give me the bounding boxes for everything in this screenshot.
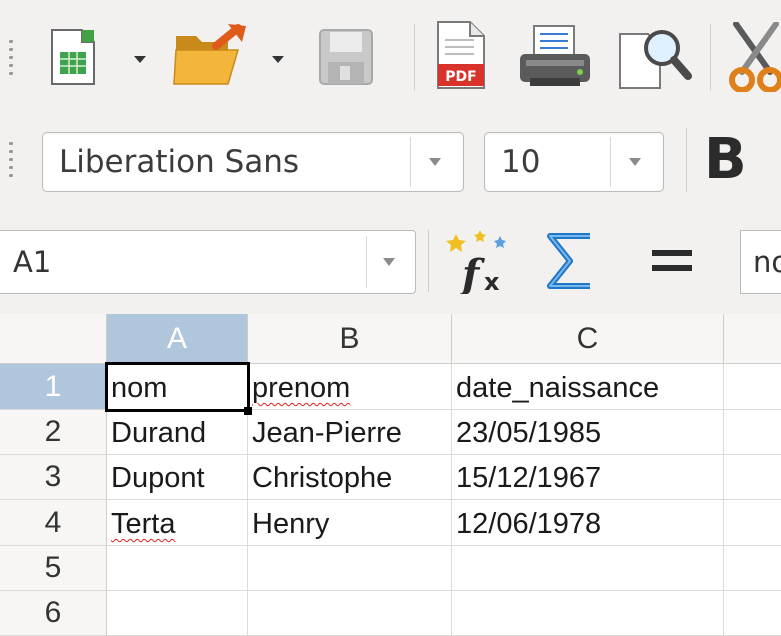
cell-d4[interactable] <box>724 500 781 546</box>
cell-a5[interactable] <box>107 546 248 591</box>
chevron-down-icon <box>383 258 395 266</box>
cell-d2[interactable] <box>724 410 781 455</box>
column-header-a[interactable]: A <box>107 314 248 364</box>
toolbar-grip[interactable] <box>8 142 14 182</box>
cell-c4[interactable]: 12/06/1978 <box>452 500 724 546</box>
bold-button[interactable]: B <box>704 126 747 192</box>
row-header-4[interactable]: 4 <box>0 500 107 546</box>
formula-bar: A1 f x nom <box>0 208 781 315</box>
formula-input[interactable]: nom <box>740 230 781 294</box>
font-name-value[interactable]: Liberation Sans <box>59 133 299 191</box>
sum-icon[interactable] <box>542 228 598 298</box>
cell-text: 12/06/1978 <box>456 508 602 540</box>
cell-text: Dupont <box>111 462 205 494</box>
toolbar-separator <box>686 128 687 192</box>
svg-text:f: f <box>459 251 485 294</box>
cell-text: prenom <box>252 372 351 404</box>
cell-c2[interactable]: 23/05/1985 <box>452 410 724 455</box>
export-pdf-icon[interactable]: PDF <box>436 20 486 94</box>
row-header-1[interactable]: 1 <box>0 364 107 410</box>
cell-a2[interactable]: Durand <box>107 410 248 455</box>
cell-b1[interactable]: prenom <box>248 364 452 410</box>
cell-b3[interactable]: Christophe <box>248 455 452 500</box>
font-size-dropdown-button[interactable] <box>610 137 659 187</box>
select-all-corner[interactable] <box>0 314 107 364</box>
cell-text: Henry <box>252 508 330 540</box>
standard-toolbar: PDF <box>0 0 781 111</box>
formula-input-value[interactable]: nom <box>753 231 781 293</box>
font-name-dropdown-button[interactable] <box>410 137 459 187</box>
cell-text: Jean-Pierre <box>252 417 402 449</box>
column-header-d[interactable] <box>724 314 781 364</box>
cut-icon[interactable] <box>726 21 781 96</box>
cell-d5[interactable] <box>724 546 781 591</box>
open-folder-icon[interactable] <box>172 22 252 92</box>
cell-b2[interactable]: Jean-Pierre <box>248 410 452 455</box>
svg-text:x: x <box>484 268 500 294</box>
name-box[interactable]: A1 <box>0 230 416 294</box>
toolbar-separator <box>710 24 711 90</box>
print-icon[interactable] <box>518 24 592 92</box>
toolbar-separator <box>428 230 429 292</box>
chevron-down-icon <box>429 158 441 166</box>
cell-a6[interactable] <box>107 591 248 636</box>
cell-text: Christophe <box>252 462 393 494</box>
font-name-combo[interactable]: Liberation Sans <box>42 132 464 192</box>
row-header-6[interactable]: 6 <box>0 591 107 636</box>
row-header-5[interactable]: 5 <box>0 546 107 591</box>
column-header-c[interactable]: C <box>452 314 724 364</box>
new-dropdown-icon[interactable] <box>134 56 146 63</box>
name-box-dropdown-button[interactable] <box>366 236 411 288</box>
spreadsheet-new-icon[interactable] <box>50 28 96 90</box>
cell-b6[interactable] <box>248 591 452 636</box>
cell-b4[interactable]: Henry <box>248 500 452 546</box>
cell-text: 15/12/1967 <box>456 462 602 494</box>
cell-text: Terta <box>111 508 176 540</box>
name-box-value[interactable]: A1 <box>13 231 51 293</box>
cell-d1[interactable] <box>724 364 781 410</box>
cell-text: date_naissance <box>456 372 660 404</box>
chevron-down-icon <box>629 158 641 166</box>
autofill-handle[interactable] <box>244 407 252 415</box>
svg-text:PDF: PDF <box>445 69 476 85</box>
spreadsheet-grid: A B C 1 2 3 4 5 6 nom prenom date_naissa… <box>0 314 781 636</box>
toolbar-grip[interactable] <box>8 40 14 80</box>
cell-text: Durand <box>111 417 207 449</box>
row-header-3[interactable]: 3 <box>0 455 107 500</box>
cell-c5[interactable] <box>452 546 724 591</box>
cell-c6[interactable] <box>452 591 724 636</box>
font-size-combo[interactable]: 10 <box>484 132 664 192</box>
open-dropdown-icon[interactable] <box>272 56 284 63</box>
toolbar-separator <box>414 24 415 90</box>
cell-d6[interactable] <box>724 591 781 636</box>
column-header-b[interactable]: B <box>248 314 452 364</box>
cell-d3[interactable] <box>724 455 781 500</box>
cell-text: nom <box>111 372 168 404</box>
row-header-2[interactable]: 2 <box>0 410 107 455</box>
cell-a1[interactable]: nom <box>107 364 248 410</box>
print-preview-icon[interactable] <box>618 24 692 94</box>
cell-text: 23/05/1985 <box>456 417 602 449</box>
cell-a4[interactable]: Terta <box>107 500 248 546</box>
save-icon[interactable] <box>318 28 374 90</box>
font-size-value[interactable]: 10 <box>501 133 540 191</box>
function-wizard-icon[interactable]: f x <box>446 228 516 298</box>
cell-b5[interactable] <box>248 546 452 591</box>
cell-c1[interactable]: date_naissance <box>452 364 724 410</box>
cell-a3[interactable]: Dupont <box>107 455 248 500</box>
equals-icon[interactable] <box>652 248 692 278</box>
cell-c3[interactable]: 15/12/1967 <box>452 455 724 500</box>
formatting-toolbar: Liberation Sans 10 B <box>0 110 781 209</box>
